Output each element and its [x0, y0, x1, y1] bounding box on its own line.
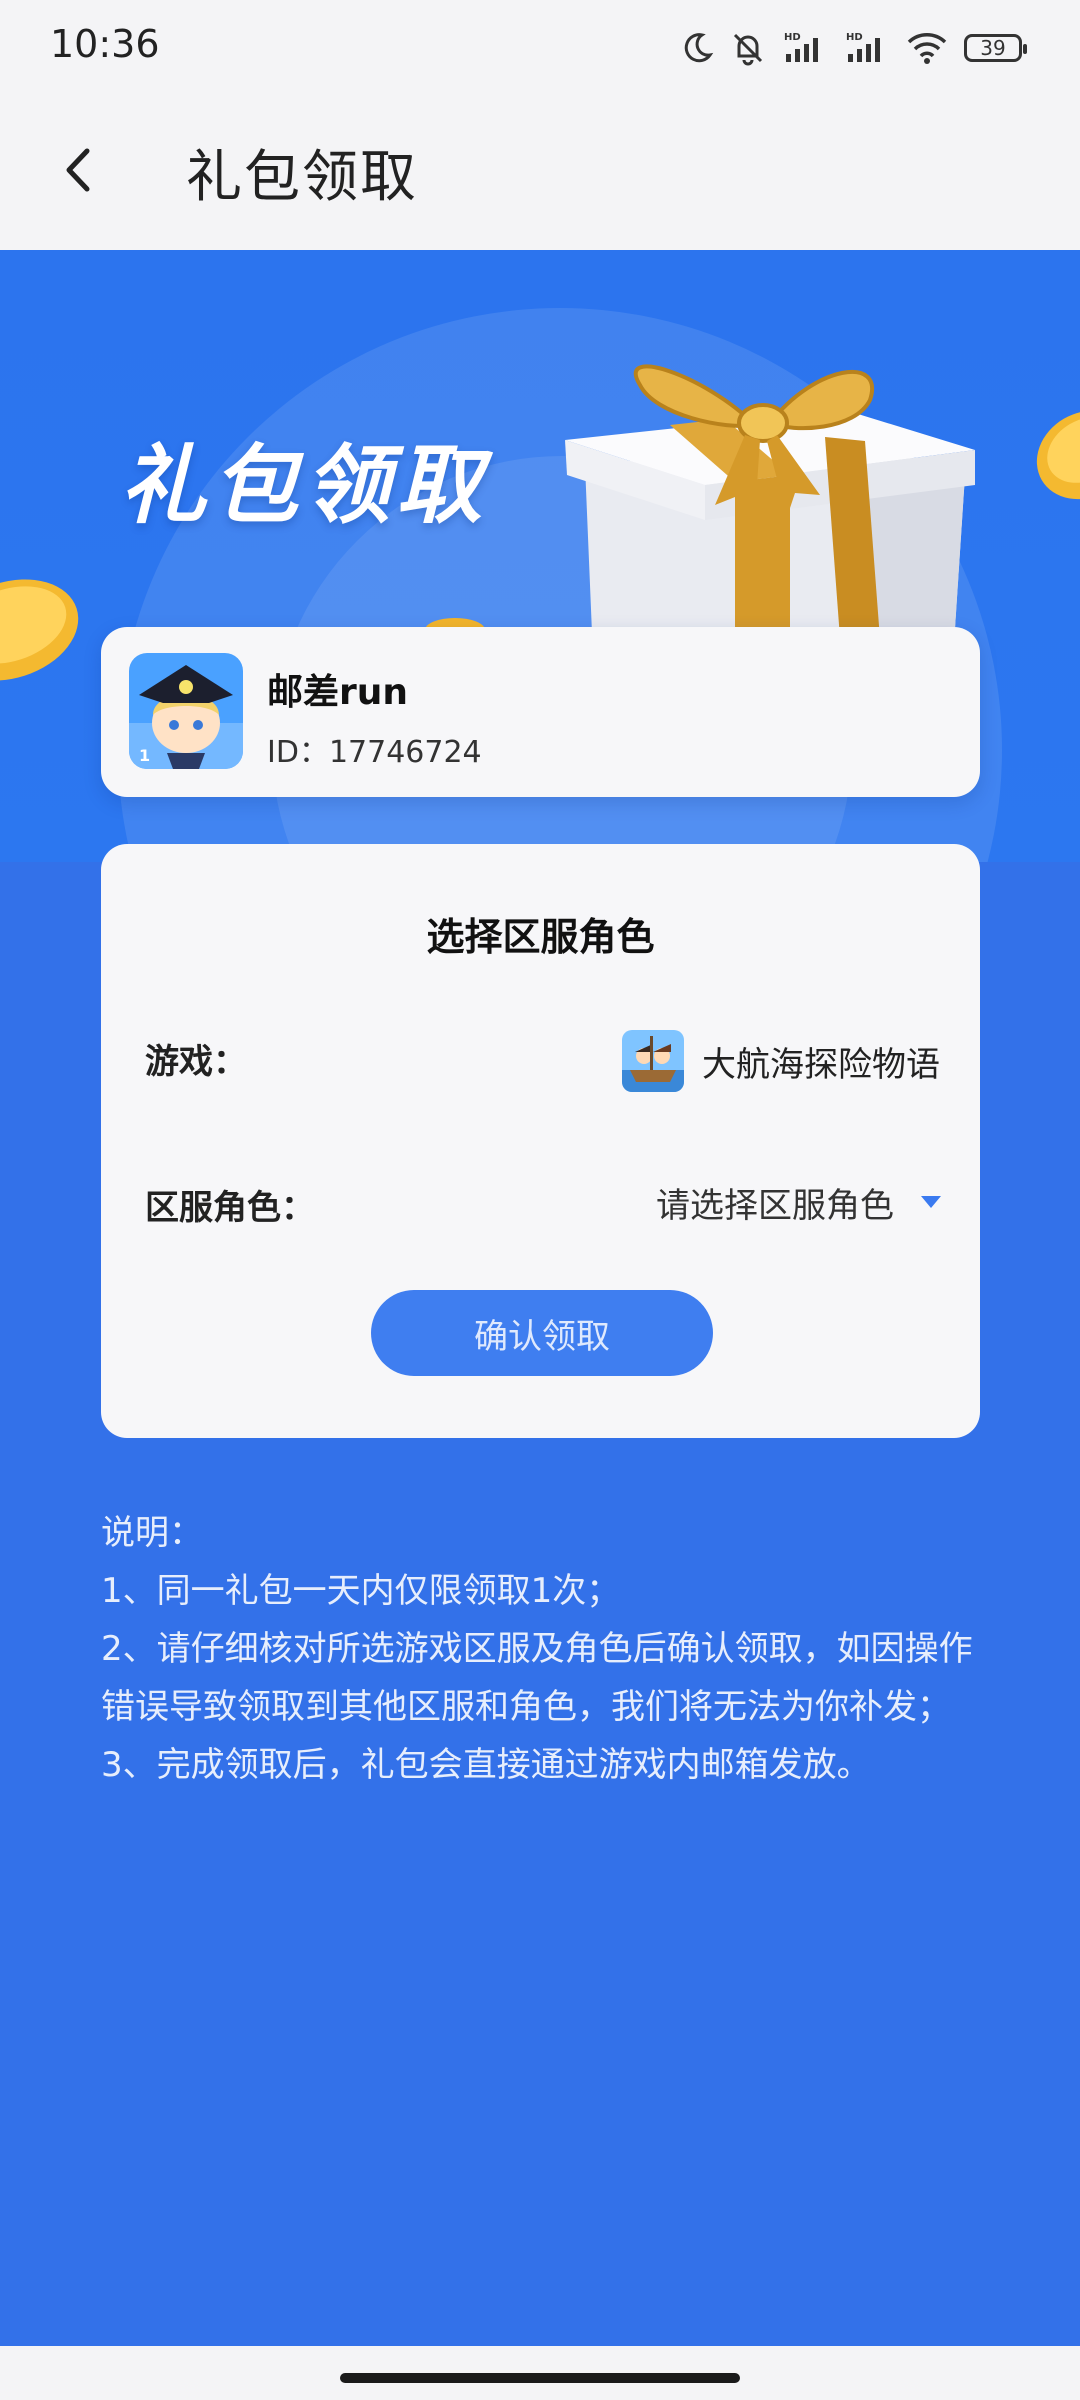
signal-hd-icon: HD [846, 32, 880, 62]
svg-text:HD: HD [846, 32, 863, 43]
moon-icon [684, 33, 714, 63]
notes-item: 1、同一礼包一天内仅限领取1次； [101, 1571, 621, 1611]
server-role-placeholder: 请选择区服角色 [656, 1185, 894, 1226]
confirm-claim-button[interactable]: 确认领取 [371, 1290, 713, 1376]
home-indicator[interactable] [340, 2373, 740, 2383]
notes-item: 2、请仔细核对所选游戏区服及角色后确认领取，如因操作错误导致领取到其他区服和角色… [101, 1629, 973, 1727]
notes-item: 3、完成领取后，礼包会直接通过游戏内邮箱发放。 [101, 1745, 871, 1785]
page-title: 礼包领取 [186, 145, 418, 210]
battery-icon: 39 [964, 34, 1027, 62]
game-value: 大航海探险物语 [622, 1029, 940, 1093]
back-button[interactable] [48, 130, 108, 210]
chevron-left-icon [66, 148, 90, 192]
coin-decoration [0, 579, 79, 681]
game-label: 游戏： [145, 1042, 247, 1082]
top-bar: 10:36 HD HD 39 礼包领取 [0, 0, 1080, 250]
battery-level: 39 [980, 36, 1006, 60]
hero-title: 礼包领取 [120, 436, 488, 536]
signal-hd-icon: HD [784, 32, 818, 62]
triangle-down-icon [921, 1196, 941, 1208]
notes-heading: 说明： [101, 1513, 203, 1553]
game-name: 大航海探险物语 [702, 1044, 940, 1085]
select-role-card: 选择区服角色 游戏： 大航海探险物语 区服角色： 请选择区服角色 确认领取 [101, 844, 980, 1438]
wifi-icon [907, 33, 947, 64]
role-label: 区服角色： [145, 1188, 315, 1228]
user-id: ID：17746724 [267, 735, 482, 770]
avatar: 1 [129, 653, 243, 769]
notes-section: 说明： 1、同一礼包一天内仅限领取1次； 2、请仔细核对所选游戏区服及角色后确认… [101, 1504, 981, 1794]
status-time: 10:36 [50, 22, 160, 66]
user-card: 1 邮差run ID：17746724 [101, 627, 980, 797]
server-role-dropdown[interactable]: 请选择区服角色 [656, 1174, 942, 1230]
game-icon [622, 1030, 684, 1092]
status-icons: HD HD 39 [680, 26, 1027, 70]
select-card-title: 选择区服角色 [426, 915, 655, 959]
bell-off-icon [733, 33, 763, 66]
coin-decoration [1036, 410, 1080, 500]
gift-claim-screen: 10:36 HD HD 39 礼包领取 礼包领取 1 邮差run ID：1774… [0, 0, 1080, 2400]
user-name: 邮差run [267, 672, 409, 713]
svg-text:1: 1 [139, 746, 150, 765]
svg-text:HD: HD [784, 32, 801, 43]
